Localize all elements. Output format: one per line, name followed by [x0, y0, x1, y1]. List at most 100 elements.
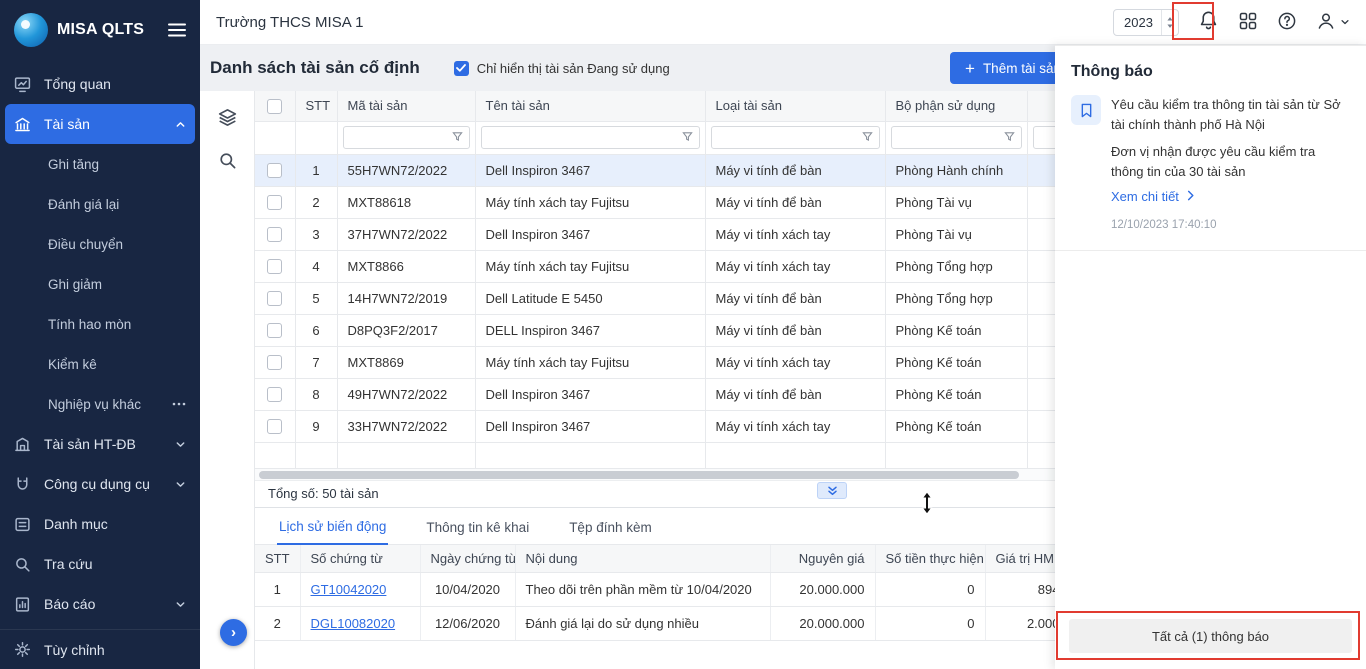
column-header: Nội dung: [515, 545, 770, 573]
cell-department: Phòng Tài vụ: [885, 218, 1027, 250]
tab-tep-dinh-kem[interactable]: Tệp đính kèm: [567, 520, 654, 544]
row-checkbox[interactable]: [267, 163, 282, 178]
sidebar-item-tra-cuu[interactable]: Tra cứu: [0, 544, 200, 584]
notifications-button[interactable]: [1198, 10, 1219, 34]
funnel-icon[interactable]: [452, 130, 463, 145]
checkbox-checked-icon: [454, 61, 469, 76]
page-title: Danh sách tài sản cố định: [210, 58, 420, 78]
sidebar-item-label: Báo cáo: [44, 596, 95, 612]
sidebar-item-tong-quan[interactable]: Tổng quan: [0, 64, 200, 104]
cell-asset-code: MXT88618: [337, 186, 475, 218]
user-icon: [1316, 11, 1336, 34]
spinner-icon[interactable]: [1161, 10, 1178, 35]
column-header[interactable]: Bộ phận sử dụng: [885, 91, 1027, 121]
scrollbar-thumb[interactable]: [259, 471, 1019, 479]
sidebar-subitem-ghi-giam[interactable]: Ghi giảm: [0, 264, 200, 304]
row-checkbox[interactable]: [267, 323, 282, 338]
overview-icon: [14, 76, 31, 93]
cell-asset-name: DELL Inspiron 3467: [475, 314, 705, 346]
column-header: Số chứng từ: [300, 545, 420, 573]
sidebar-subitem-dieu-chuyen[interactable]: Điều chuyển: [0, 224, 200, 264]
cell-stt: 2: [295, 186, 337, 218]
row-checkbox[interactable]: [267, 355, 282, 370]
cell-asset-name: Dell Latitude E 5450: [475, 282, 705, 314]
sidebar-subitem-nghiep-vu-khac[interactable]: Nghiệp vụ khác: [0, 384, 200, 424]
cell-asset-type: Máy vi tính để bàn: [705, 378, 885, 410]
sidebar-subitem-kiem-ke[interactable]: Kiểm kê: [0, 344, 200, 384]
cell-asset-type: Máy vi tính để bàn: [705, 282, 885, 314]
cell-asset-type: Máy vi tính xách tay: [705, 250, 885, 282]
app-root: MISA QLTS Tổng quan Tài sản Ghi tăng Đán…: [0, 0, 1366, 669]
funnel-icon[interactable]: [1004, 130, 1015, 145]
funnel-icon[interactable]: [862, 130, 873, 145]
unit-name: Trường THCS MISA 1: [216, 14, 363, 31]
cell-asset-code: MXT8869: [337, 346, 475, 378]
cell-content: Theo dõi trên phần mềm từ 10/04/2020: [515, 573, 770, 607]
row-checkbox[interactable]: [267, 419, 282, 434]
cell-department: Phòng Kế toán: [885, 346, 1027, 378]
filter-input[interactable]: [711, 126, 880, 149]
cell-asset-type: Máy vi tính xách tay: [705, 410, 885, 442]
filter-input[interactable]: [481, 126, 700, 149]
all-notifications-button[interactable]: Tất cả (1) thông báo: [1069, 619, 1352, 653]
sidebar-item-tai-san-ht-db[interactable]: Tài sản HT-ĐB: [0, 424, 200, 464]
sidebar-item-label: Công cụ dụng cụ: [44, 476, 150, 492]
select-all-checkbox[interactable]: [267, 99, 282, 114]
column-header: STT: [255, 545, 300, 573]
hamburger-icon[interactable]: [168, 23, 186, 37]
in-use-filter-checkbox[interactable]: Chỉ hiển thị tài sản Đang sử dụng: [454, 61, 670, 76]
infrastructure-asset-icon: [14, 436, 31, 453]
cell-department: Phòng Kế toán: [885, 314, 1027, 346]
sidebar-item-tuy-chinh[interactable]: Tùy chỉnh: [0, 629, 200, 669]
add-asset-label: Thêm tài sản: [983, 61, 1061, 76]
search-icon[interactable]: [218, 151, 237, 170]
layers-icon[interactable]: [218, 108, 237, 127]
cell-asset-code: 33H7WN72/2022: [337, 410, 475, 442]
sidebar-item-bao-cao[interactable]: Báo cáo: [0, 584, 200, 624]
notification-item[interactable]: Yêu cầu kiểm tra thông tin tài sản từ Sở…: [1055, 95, 1366, 234]
column-header[interactable]: Mã tài sản: [337, 91, 475, 121]
sidebar-subitem-tinh-hao-mon[interactable]: Tính hao mòn: [0, 304, 200, 344]
column-header[interactable]: STT: [295, 91, 337, 121]
view-detail-link[interactable]: Xem chi tiết: [1111, 187, 1195, 207]
tools-icon: [14, 476, 31, 493]
cell-stt: 2: [255, 607, 300, 641]
row-checkbox[interactable]: [267, 291, 282, 306]
filter-input[interactable]: [891, 126, 1022, 149]
chevron-down-icon: [1340, 15, 1350, 30]
notification-title: Thông báo: [1055, 46, 1366, 95]
sidebar-item-cong-cu-dung-cu[interactable]: Công cụ dụng cụ: [0, 464, 200, 504]
sidebar-item-tai-san[interactable]: Tài sản: [5, 104, 195, 144]
expand-panel-button[interactable]: ›: [220, 619, 247, 646]
document-link[interactable]: GT10042020: [311, 582, 387, 597]
cell-stt: 9: [295, 410, 337, 442]
document-link[interactable]: DGL10082020: [311, 616, 396, 631]
tab-thong-tin-ke-khai[interactable]: Thông tin kê khai: [424, 520, 531, 544]
funnel-icon[interactable]: [682, 130, 693, 145]
sidebar-subitem-danh-gia-lai[interactable]: Đánh giá lại: [0, 184, 200, 224]
cell-asset-code: 49H7WN72/2022: [337, 378, 475, 410]
row-checkbox[interactable]: [267, 195, 282, 210]
row-checkbox[interactable]: [267, 259, 282, 274]
cell-date: 12/06/2020: [420, 607, 515, 641]
divider: [1055, 250, 1366, 251]
cell-asset-code: 14H7WN72/2019: [337, 282, 475, 314]
cell-amount: 0: [875, 573, 985, 607]
tab-lich-su-bien-dong[interactable]: Lịch sử biến động: [277, 519, 388, 545]
cell-asset-name: Dell Inspiron 3467: [475, 218, 705, 250]
row-checkbox[interactable]: [267, 387, 282, 402]
column-header[interactable]: Loại tài sản: [705, 91, 885, 121]
column-header[interactable]: Tên tài sản: [475, 91, 705, 121]
column-header: Ngày chứng từ: [420, 545, 515, 573]
notification-body: Yêu cầu kiểm tra thông tin tài sản từ Sở…: [1111, 95, 1350, 234]
collapse-detail-button[interactable]: [817, 482, 847, 499]
apps-button[interactable]: [1238, 11, 1258, 34]
sidebar-subitem-ghi-tang[interactable]: Ghi tăng: [0, 144, 200, 184]
year-select[interactable]: 2023: [1113, 9, 1179, 36]
sidebar-item-danh-muc[interactable]: Danh mục: [0, 504, 200, 544]
account-button[interactable]: [1316, 11, 1350, 34]
filter-input[interactable]: [343, 126, 470, 149]
row-checkbox[interactable]: [267, 227, 282, 242]
help-button[interactable]: [1277, 11, 1297, 34]
cell-asset-name: Dell Inspiron 3467: [475, 410, 705, 442]
